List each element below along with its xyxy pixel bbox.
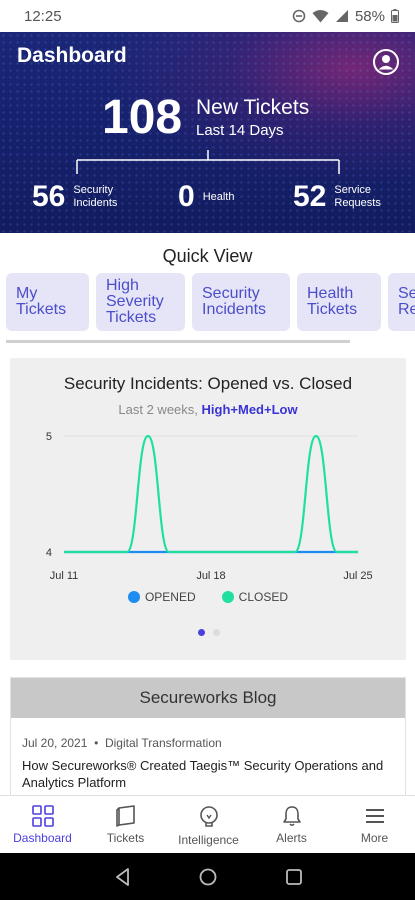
chip-label-line: High: [106, 277, 139, 294]
chip-high-severity-tickets[interactable]: High Severity Tickets: [96, 273, 185, 331]
nav-tickets[interactable]: Tickets: [84, 796, 167, 854]
stat-label-line: Incidents: [73, 197, 118, 209]
dashboard-header: Dashboard 108 New Tickets Last 14 Days 5…: [0, 32, 415, 233]
home-icon[interactable]: [198, 867, 218, 887]
chip-service-requests[interactable]: Se Re: [388, 273, 415, 331]
battery-percent: 58%: [354, 7, 385, 25]
stat-value: 0: [178, 180, 195, 213]
stat-value: 56: [32, 180, 66, 213]
meta-separator: •: [90, 736, 102, 750]
stat-label: Service Requests: [334, 184, 380, 210]
bell-icon: [282, 806, 301, 827]
chip-label-line: Tickets: [16, 301, 67, 318]
opened-legend-dot: [127, 591, 140, 603]
chip-label-line: Tickets: [106, 309, 157, 326]
stat-security-incidents[interactable]: 56 Security Incidents: [32, 180, 117, 214]
nav-dashboard[interactable]: Dashboard: [1, 796, 84, 854]
chip-security-incidents[interactable]: Security Incidents: [192, 273, 290, 331]
blog-category: Digital Transformation: [104, 736, 222, 750]
nav-label: Intelligence: [178, 833, 239, 847]
legend-label: OPENED: [144, 590, 196, 604]
nav-intelligence[interactable]: Intelligence: [167, 796, 250, 854]
nav-label: Tickets: [106, 831, 145, 845]
status-icons: 58%: [292, 8, 399, 25]
wifi-icon: [312, 10, 329, 23]
x-tick-label: Jul 25: [343, 570, 372, 582]
nav-label: More: [360, 831, 389, 845]
quick-view-chips: My Tickets High Severity Tickets Security In…: [6, 273, 415, 333]
x-tick-label: Jul 11: [50, 570, 79, 582]
chip-label-line: Re: [398, 301, 415, 318]
security-incidents-chart-card[interactable]: Security Incidents: Opened vs. Closed La…: [10, 358, 406, 660]
legend-item-opened[interactable]: OPENED: [127, 590, 196, 604]
status-bar: 12:25 58%: [0, 0, 415, 32]
stat-service-requests[interactable]: 52 Service Requests: [293, 180, 381, 214]
stat-value: 52: [293, 180, 327, 213]
chip-label-line: My: [16, 285, 38, 302]
chip-label-line: Health: [307, 285, 354, 302]
y-tick-label: 4: [46, 547, 52, 559]
legend-label: CLOSED: [238, 590, 289, 604]
period-label: Last 14 Days: [196, 122, 284, 139]
battery-icon: [391, 9, 399, 23]
chip-label: Health Tickets: [307, 286, 357, 318]
dnd-icon: [292, 9, 306, 23]
chip-label: Security Incidents: [202, 286, 266, 318]
quick-view-title: Quick View: [162, 246, 253, 266]
stats-bracket: [76, 150, 340, 174]
system-navigation-bar: [0, 853, 415, 900]
line-chart: 4 5 Jul 11 Jul 18 Jul 25: [46, 431, 373, 582]
chip-label-line: Se: [398, 285, 415, 302]
pager-dot[interactable]: [213, 629, 220, 636]
chip-label-line: Security: [202, 285, 260, 302]
chip-label: High Severity Tickets: [106, 278, 164, 326]
stat-label: Health: [202, 190, 235, 203]
nav-alerts[interactable]: Alerts: [250, 796, 333, 854]
profile-icon[interactable]: [372, 48, 400, 76]
new-tickets-label: New Tickets: [196, 96, 310, 119]
recents-icon[interactable]: [284, 867, 304, 887]
series-line-closed: [63, 434, 358, 554]
chip-health-tickets[interactable]: Health Tickets: [297, 273, 381, 331]
chip-label-line: Severity: [106, 293, 164, 310]
new-tickets-count: 108: [102, 91, 183, 144]
blog-post-title[interactable]: How Secureworks® Created Taegis™ Securit…: [22, 757, 392, 791]
nav-label: Dashboard: [13, 831, 72, 845]
chip-my-tickets[interactable]: My Tickets: [6, 273, 89, 331]
legend-item-closed[interactable]: CLOSED: [221, 590, 289, 604]
pager-dot[interactable]: [198, 629, 205, 636]
blog-card[interactable]: Secureworks Blog Jul 20, 2021 • Digital …: [10, 677, 406, 797]
chart-legend: OPENED CLOSED: [10, 590, 406, 604]
status-time: 12:25: [24, 7, 62, 25]
chart-pager: [198, 629, 220, 636]
stat-label-line: Requests: [334, 197, 381, 209]
stat-health[interactable]: 0 Health: [178, 180, 234, 214]
stat-label-line: Security: [73, 184, 114, 196]
tickets-icon: [115, 805, 135, 827]
bottom-nav: Dashboard Tickets Intelligence Alerts Mo…: [0, 795, 415, 854]
chips-scroll-indicator: [6, 340, 350, 343]
nav-label: Alerts: [276, 831, 307, 845]
dashboard-icon: [31, 805, 54, 827]
signal-icon: [335, 10, 348, 22]
x-tick-label: Jul 18: [196, 570, 225, 582]
blog-meta: Jul 20, 2021 • Digital Transformation: [22, 736, 222, 750]
stat-label-line: Service: [334, 184, 372, 196]
stat-label: Security Incidents: [73, 184, 117, 210]
chip-label-line: Incidents: [202, 301, 267, 318]
closed-legend-dot: [221, 591, 234, 603]
y-tick-label: 5: [46, 431, 52, 443]
chip-label: Se Re: [398, 286, 415, 318]
blog-date: Jul 20, 2021: [22, 736, 88, 750]
blog-header: Secureworks Blog: [11, 678, 405, 718]
back-icon[interactable]: [113, 867, 133, 887]
nav-more[interactable]: More: [333, 796, 415, 854]
page-title: Dashboard: [17, 44, 127, 67]
chip-label: My Tickets: [16, 286, 66, 318]
chip-label-line: Tickets: [307, 301, 358, 318]
menu-icon: [365, 809, 384, 823]
lightbulb-icon: [199, 806, 218, 827]
